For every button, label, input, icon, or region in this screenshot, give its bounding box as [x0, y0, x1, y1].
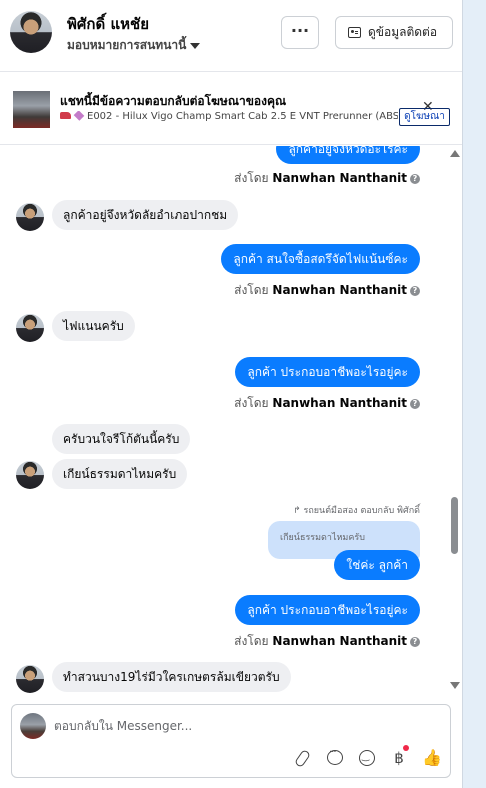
sent-by: ส่งโดย Nanwhan Nanthanit?: [234, 169, 420, 188]
message-list[interactable]: ลูกค้าอยู่จังหวัดอะไรคะ ส่งโดย Nanwhan N…: [0, 146, 462, 694]
baht-icon[interactable]: ฿: [390, 745, 409, 767]
message-outgoing[interactable]: ใช่ค่ะ ลูกค้า: [334, 550, 420, 580]
message-incoming[interactable]: ไฟแนนครับ: [52, 311, 135, 341]
reply-indicator: ↱ รถยนต์มือสอง ตอบกลับ พิศักดิ์: [293, 503, 420, 517]
ad-reply-banner: แชทนี้มีข้อความตอบกลับต่อโฆษณาของคุณ E00…: [0, 73, 462, 145]
message-outgoing[interactable]: ลูกค้า ประกอบอาชีพอะไรอยู่คะ: [235, 595, 420, 625]
sent-by-prefix: ส่งโดย: [234, 171, 269, 185]
sender-name: Nanwhan Nanthanit: [272, 283, 407, 297]
sent-by-prefix: ส่งโดย: [234, 396, 269, 410]
baht-glyph: ฿: [394, 749, 404, 767]
view-ad-button[interactable]: ดูโฆษณา: [399, 108, 450, 126]
conversation-header: พิศักดิ์ แหชัย มอบหมายการสนทนานี้ ··· ดู…: [0, 0, 462, 72]
sender-name: Nanwhan Nanthanit: [272, 171, 407, 185]
view-contact-label: ดูข้อมูลติดต่อ: [368, 25, 438, 39]
scroll-down-icon[interactable]: [450, 682, 460, 689]
info-icon[interactable]: ?: [410, 398, 420, 409]
notification-dot: [403, 745, 409, 751]
contact-name: พิศักดิ์ แหชัย: [67, 15, 149, 33]
attach-icon[interactable]: [293, 749, 311, 767]
avatar[interactable]: [10, 11, 52, 53]
reply-composer: ฿ 👍: [11, 704, 451, 778]
message-incoming[interactable]: ทำสวนบาง19ไร่มีวใครเกษตรล้มเขียวตรับ: [52, 662, 291, 692]
messenger-page: พิศักดิ์ แหชัย มอบหมายการสนทนานี้ ··· ดู…: [0, 0, 486, 788]
ad-description: E002 - Hilux Vigo Champ Smart Cab 2.5 E …: [60, 111, 398, 122]
avatar[interactable]: [16, 314, 44, 342]
diamond-icon: [73, 111, 85, 121]
ad-line-text: E002 - Hilux Vigo Champ Smart Cab 2.5 E …: [87, 111, 398, 122]
message-incoming[interactable]: ครับวนใจรีโก้ตันนี้ครับ: [52, 424, 191, 454]
message-outgoing[interactable]: ลูกค้า สนใจซื้อสดรึจัดไฟแน้นซ์คะ: [221, 244, 420, 274]
more-button[interactable]: ···: [281, 16, 319, 49]
car-icon: [60, 112, 71, 119]
scroll-up-icon[interactable]: [450, 150, 460, 157]
page-avatar: [20, 713, 46, 739]
scrollbar-thumb[interactable]: [451, 497, 458, 554]
reply-arrow-icon: ↱: [293, 506, 301, 516]
ad-thumbnail: [13, 91, 50, 128]
avatar[interactable]: [16, 203, 44, 231]
side-panel-strip: [462, 0, 486, 788]
view-contact-button[interactable]: ดูข้อมูลติดต่อ: [335, 16, 453, 49]
sent-by: ส่งโดย Nanwhan Nanthanit?: [234, 394, 420, 413]
info-icon[interactable]: ?: [410, 173, 420, 184]
emoji-icon[interactable]: [358, 749, 376, 767]
sender-name: Nanwhan Nanthanit: [272, 396, 407, 410]
chat-icon[interactable]: [326, 747, 344, 767]
contact-card-icon: [348, 27, 361, 38]
sent-by: ส่งโดย Nanwhan Nanthanit?: [234, 281, 420, 300]
avatar[interactable]: [16, 461, 44, 489]
message-incoming[interactable]: เกียน์ธรรมดาไหมครับ: [52, 459, 188, 489]
avatar[interactable]: [16, 665, 44, 693]
sent-by-prefix: ส่งโดย: [234, 634, 269, 648]
sent-by-prefix: ส่งโดย: [234, 283, 269, 297]
info-icon[interactable]: ?: [410, 636, 420, 647]
message-incoming[interactable]: ลูกค้าอยู่จึงหวัดลัยอำเภอปากชม: [52, 200, 239, 230]
banner-title: แชทนี้มีข้อความตอบกลับต่อโฆษณาของคุณ: [60, 94, 287, 108]
message-input[interactable]: [54, 716, 434, 736]
assign-label: มอบหมายการสนทนานี้: [67, 38, 187, 52]
reply-label-text: รถยนต์มือสอง ตอบกลับ พิศักดิ์: [303, 506, 421, 516]
info-icon[interactable]: ?: [410, 285, 420, 296]
message-outgoing[interactable]: ลูกค้าอยู่จังหวัดอะไรคะ: [276, 146, 420, 164]
like-icon[interactable]: 👍: [422, 749, 442, 767]
message-outgoing[interactable]: ลูกค้า ประกอบอาชีพอะไรอยู่คะ: [235, 357, 420, 387]
chevron-down-icon: [190, 42, 201, 49]
assign-dropdown[interactable]: มอบหมายการสนทนานี้: [67, 36, 201, 55]
sent-by: ส่งโดย Nanwhan Nanthanit?: [234, 632, 420, 651]
sender-name: Nanwhan Nanthanit: [272, 634, 407, 648]
